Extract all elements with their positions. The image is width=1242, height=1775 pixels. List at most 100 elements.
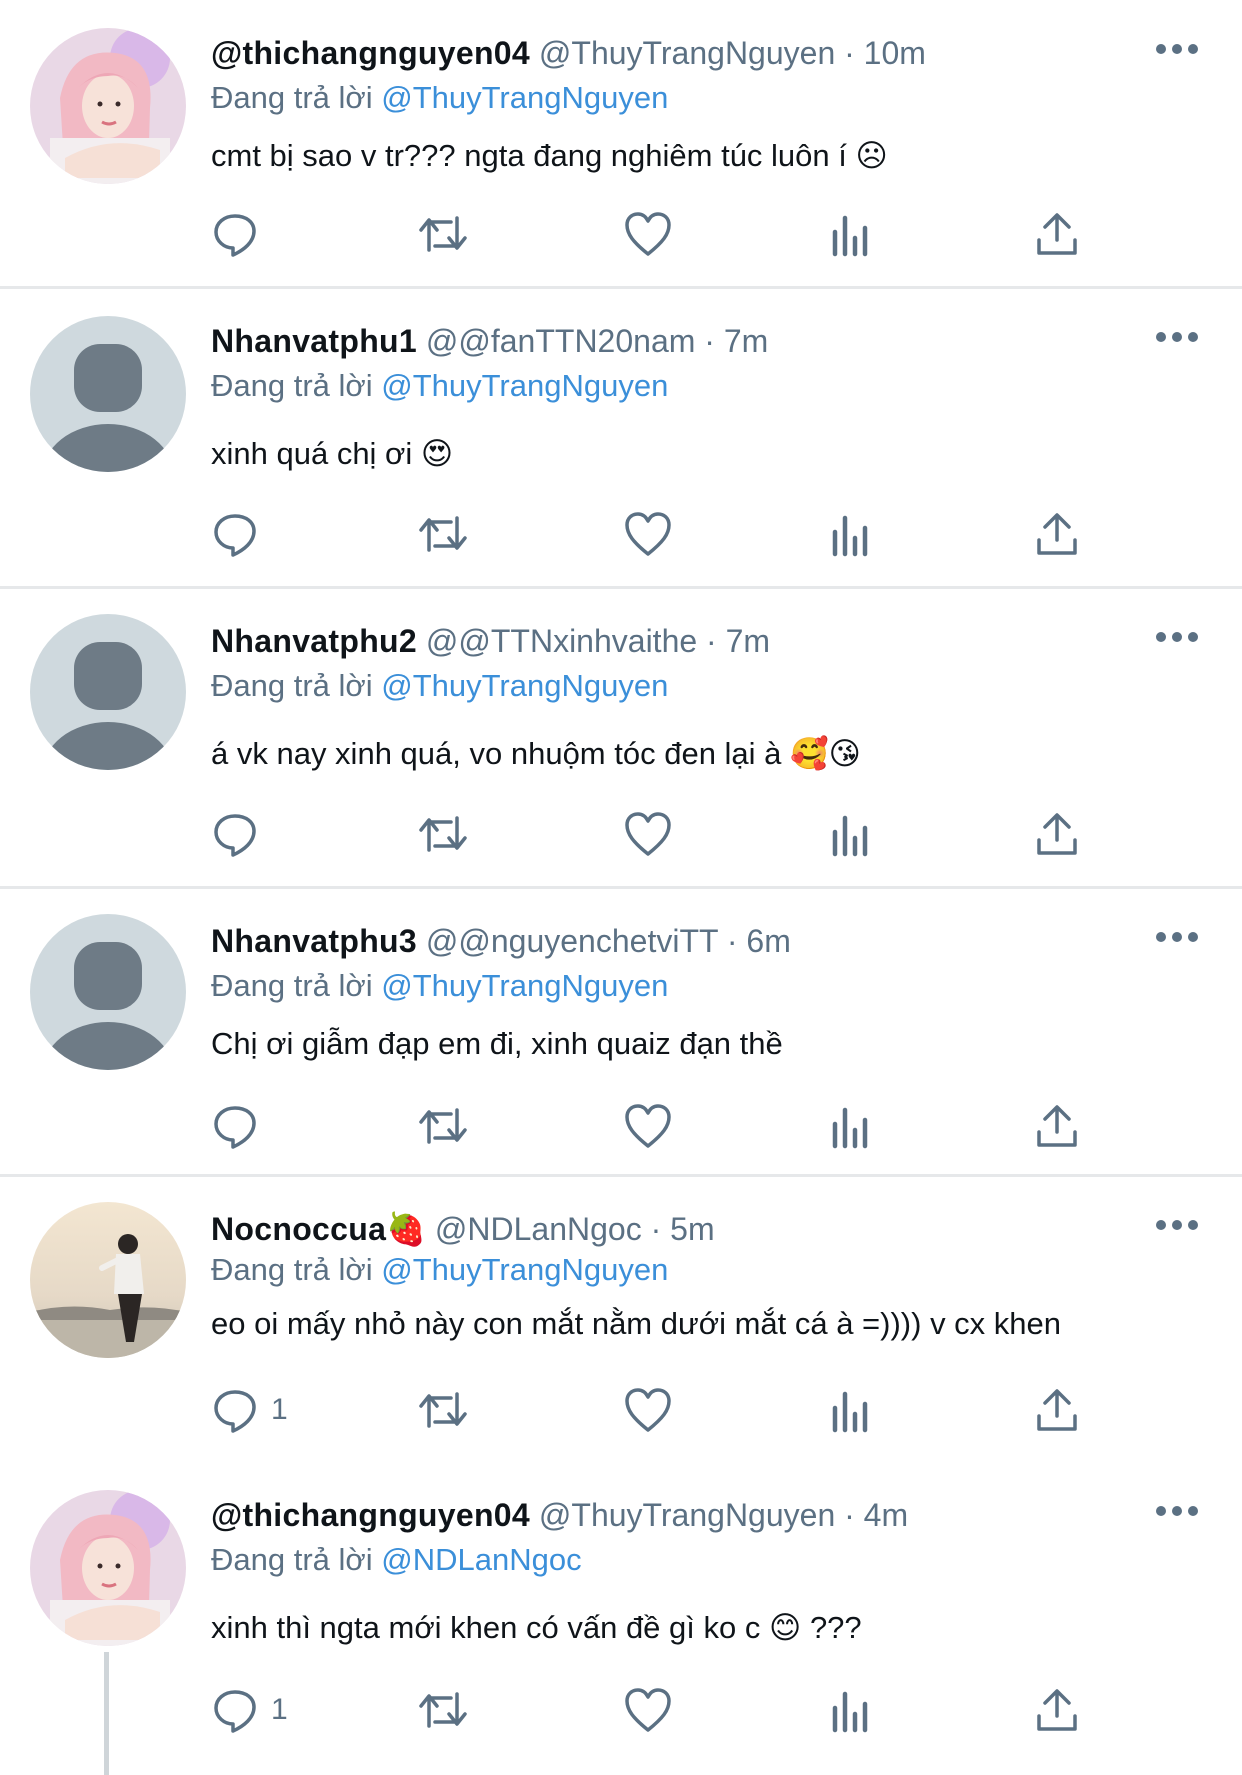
user-handle[interactable]: @@TTNxinhvaithe (426, 623, 697, 659)
more-icon[interactable] (1156, 632, 1200, 644)
share-button[interactable] (1035, 506, 1079, 562)
reply-button[interactable] (211, 1098, 271, 1154)
timestamp[interactable]: 6m (746, 923, 790, 959)
avatar[interactable] (30, 1202, 186, 1358)
user-handle[interactable]: @@fanTTN20nam (426, 323, 696, 359)
more-icon[interactable] (1156, 932, 1200, 944)
tweet-text-body: á vk nay xinh quá, vo nhuộm tóc đen lại … (211, 736, 782, 771)
views-button[interactable] (829, 1098, 873, 1154)
user-handle[interactable]: @@nguyenchetviTT (426, 923, 718, 959)
mention-link[interactable]: @ThuyTrangNguyen (381, 968, 668, 1003)
strawberry-icon: 🍓 (386, 1211, 427, 1247)
more-icon[interactable] (1156, 44, 1200, 56)
action-bar: 1 (211, 1682, 1111, 1738)
tweet-header: Nhanvatphu3 @@nguyenchetviTT · 6m (211, 920, 791, 962)
more-icon[interactable] (1156, 1506, 1200, 1518)
like-button[interactable] (623, 1098, 673, 1154)
tweet-header: Nhanvatphu2 @@TTNxinhvaithe · 7m (211, 620, 770, 662)
share-button[interactable] (1035, 206, 1079, 262)
retweet-button[interactable] (417, 206, 469, 262)
action-bar (211, 1098, 1111, 1154)
display-name[interactable]: Nhanvatphu1 (211, 323, 417, 359)
replying-to-label: Đang trả lời (211, 1542, 373, 1577)
display-name[interactable]: Nhanvatphu2 (211, 623, 417, 659)
timestamp[interactable]: 5m (670, 1211, 714, 1247)
retweet-icon (419, 216, 467, 252)
like-button[interactable] (623, 806, 673, 862)
default-avatar[interactable] (30, 914, 186, 1070)
retweet-icon (419, 1108, 467, 1144)
default-avatar[interactable] (30, 316, 186, 472)
reply-icon (214, 514, 256, 557)
mention-link[interactable]: @NDLanNgoc (381, 1542, 581, 1577)
reply-tweet[interactable]: @thichangnguyen04 @ThuyTrangNguyen · 10m… (0, 0, 1242, 288)
replying-to: Đang trả lời @ThuyTrangNguyen (211, 966, 668, 1006)
like-button[interactable] (623, 1382, 673, 1438)
separator: · (706, 623, 717, 659)
timestamp[interactable]: 7m (724, 323, 768, 359)
replying-to: Đang trả lời @ThuyTrangNguyen (211, 366, 668, 406)
like-icon (625, 812, 671, 856)
reply-button[interactable]: 1 (211, 1682, 288, 1738)
more-icon[interactable] (1156, 1220, 1200, 1232)
avatar[interactable] (30, 28, 186, 184)
timestamp[interactable]: 7m (726, 623, 770, 659)
emoji: 🥰😘 (790, 736, 861, 771)
views-button[interactable] (829, 1382, 873, 1438)
tweet-header: @thichangnguyen04 @ThuyTrangNguyen · 10m (211, 32, 926, 74)
default-avatar[interactable] (30, 614, 186, 770)
share-button[interactable] (1035, 806, 1079, 862)
retweet-button[interactable] (417, 506, 469, 562)
views-button[interactable] (829, 506, 873, 562)
more-icon[interactable] (1156, 332, 1200, 344)
separator: · (704, 323, 715, 359)
tweet-header: Nhanvatphu1 @@fanTTN20nam · 7m (211, 320, 768, 362)
retweet-button[interactable] (417, 1098, 469, 1154)
reply-tweet[interactable]: Nhanvatphu2 @@TTNxinhvaithe · 7m Đang tr… (0, 588, 1242, 876)
tweet-text: cmt bị sao v tr??? ngta đang nghiêm túc … (211, 136, 888, 176)
reply-tweet[interactable]: Nhanvatphu3 @@nguyenchetviTT · 6m Đang t… (0, 888, 1242, 1176)
share-button[interactable] (1035, 1682, 1079, 1738)
views-button[interactable] (829, 806, 873, 862)
separator: · (844, 1497, 855, 1533)
like-button[interactable] (623, 206, 673, 262)
action-bar: 1 (211, 1382, 1111, 1438)
share-button[interactable] (1035, 1098, 1079, 1154)
user-handle[interactable]: @ThuyTrangNguyen (539, 35, 835, 71)
reply-button[interactable] (211, 506, 271, 562)
avatar[interactable] (30, 1490, 186, 1646)
mention-link[interactable]: @ThuyTrangNguyen (381, 668, 668, 703)
like-icon (625, 212, 671, 256)
timestamp[interactable]: 10m (864, 35, 926, 71)
reply-button[interactable] (211, 206, 271, 262)
retweet-button[interactable] (417, 806, 469, 862)
display-name[interactable]: Nhanvatphu3 (211, 923, 417, 959)
share-button[interactable] (1035, 1382, 1079, 1438)
display-name[interactable]: @thichangnguyen04 (211, 35, 530, 71)
reply-button[interactable]: 1 (211, 1382, 288, 1438)
mention-link[interactable]: @ThuyTrangNguyen (381, 80, 668, 115)
views-icon (832, 1107, 868, 1149)
separator: · (650, 1211, 662, 1247)
timestamp[interactable]: 4m (864, 1497, 908, 1533)
like-button[interactable] (623, 506, 673, 562)
like-icon (625, 1104, 671, 1148)
mention-link[interactable]: @ThuyTrangNguyen (381, 368, 668, 403)
mention-link[interactable]: @ThuyTrangNguyen (381, 1252, 668, 1287)
user-handle[interactable]: @NDLanNgoc (435, 1211, 642, 1247)
reply-tweet[interactable]: @thichangnguyen04 @ThuyTrangNguyen · 4m … (0, 1462, 1242, 1775)
reply-tweet[interactable]: Nhanvatphu1 @@fanTTN20nam · 7m Đang trả … (0, 288, 1242, 576)
retweet-button[interactable] (417, 1382, 469, 1438)
display-name[interactable]: @thichangnguyen04 (211, 1497, 530, 1533)
reply-tweet[interactable]: Nocnoccua🍓 @NDLanNgoc · 5m Đang trả lời … (0, 1176, 1242, 1464)
views-icon (832, 1691, 868, 1733)
like-button[interactable] (623, 1682, 673, 1738)
user-handle[interactable]: @ThuyTrangNguyen (539, 1497, 835, 1533)
reply-button[interactable] (211, 806, 271, 862)
views-button[interactable] (829, 206, 873, 262)
views-button[interactable] (829, 1682, 873, 1738)
retweet-button[interactable] (417, 1682, 469, 1738)
reply-count: 1 (271, 1393, 288, 1426)
display-name[interactable]: Nocnoccua (211, 1211, 386, 1247)
views-icon (832, 215, 868, 257)
